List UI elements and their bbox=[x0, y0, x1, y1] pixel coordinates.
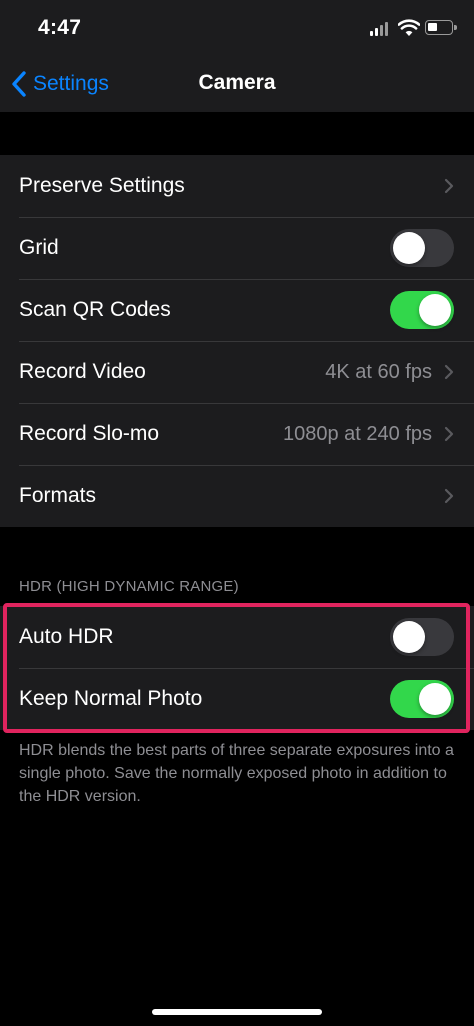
chevron-right-icon bbox=[444, 178, 454, 194]
record-video-row[interactable]: Record Video 4K at 60 fps bbox=[0, 341, 474, 403]
record-slo-mo-value: 1080p at 240 fps bbox=[282, 422, 432, 445]
keep-normal-photo-row: Keep Normal Photo bbox=[0, 668, 474, 730]
battery-icon bbox=[425, 20, 457, 35]
preserve-settings-label: Preserve Settings bbox=[19, 174, 185, 197]
hdr-section-header: HDR (HIGH DYNAMIC RANGE) bbox=[19, 578, 239, 595]
scan-qr-codes-row: Scan QR Codes bbox=[0, 279, 474, 341]
chevron-right-icon bbox=[444, 488, 454, 504]
wifi-icon bbox=[398, 19, 420, 36]
formats-label: Formats bbox=[19, 484, 97, 507]
keep-normal-photo-label: Keep Normal Photo bbox=[19, 687, 203, 710]
grid-label: Grid bbox=[19, 236, 59, 259]
home-indicator[interactable] bbox=[152, 1009, 322, 1015]
record-video-value: 4K at 60 fps bbox=[325, 360, 432, 383]
hdr-footer-description: HDR blends the best parts of three separ… bbox=[19, 742, 454, 805]
camera-settings-group: Preserve Settings Grid Scan QR Codes Rec… bbox=[0, 155, 474, 527]
scan-qr-codes-toggle[interactable] bbox=[390, 291, 454, 329]
signal-icon bbox=[370, 22, 390, 36]
auto-hdr-toggle[interactable] bbox=[390, 618, 454, 656]
auto-hdr-row: Auto HDR bbox=[0, 606, 474, 668]
record-slo-mo-label: Record Slo-mo bbox=[19, 422, 160, 445]
grid-row: Grid bbox=[0, 217, 474, 279]
page-title: Camera bbox=[198, 71, 276, 94]
record-slo-mo-row[interactable]: Record Slo-mo 1080p at 240 fps bbox=[0, 403, 474, 465]
grid-toggle[interactable] bbox=[390, 229, 454, 267]
keep-normal-photo-toggle[interactable] bbox=[390, 680, 454, 718]
formats-row[interactable]: Formats bbox=[0, 465, 474, 527]
chevron-right-icon bbox=[444, 426, 454, 442]
camera-settings-screen: 4:47 Settings Camera Preserve Settings G… bbox=[0, 0, 474, 1026]
status-time: 4:47 bbox=[38, 16, 82, 39]
preserve-settings-row[interactable]: Preserve Settings bbox=[0, 155, 474, 217]
record-video-label: Record Video bbox=[19, 360, 146, 383]
navigation-bar: Settings Camera bbox=[0, 56, 474, 112]
status-bar: 4:47 bbox=[0, 0, 474, 56]
auto-hdr-label: Auto HDR bbox=[19, 625, 114, 648]
scan-qr-codes-label: Scan QR Codes bbox=[19, 298, 171, 321]
hdr-settings-group: Auto HDR Keep Normal Photo bbox=[0, 606, 474, 730]
chevron-right-icon bbox=[444, 364, 454, 380]
